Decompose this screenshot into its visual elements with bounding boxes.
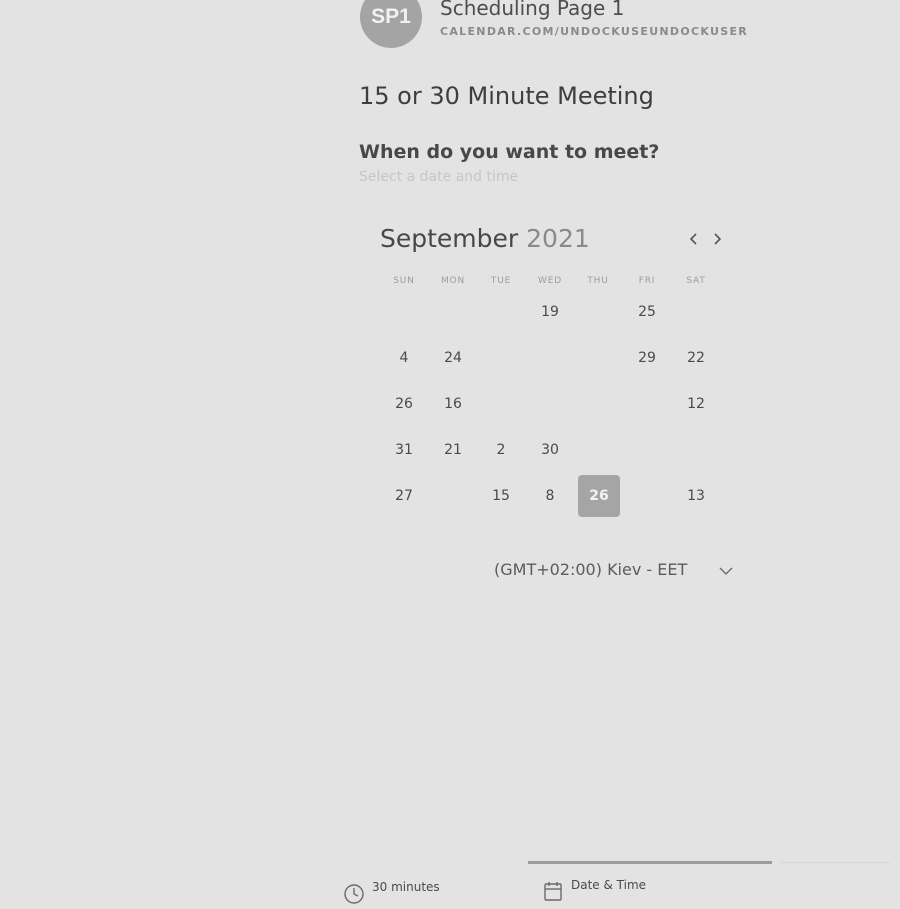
calendar-day[interactable]: 12 <box>675 383 717 425</box>
page-url[interactable]: CALENDAR.COM/UNDOCKUSEUNDOCKUSER <box>440 25 748 38</box>
calendar-day[interactable]: 8 <box>529 475 571 517</box>
page-title: Scheduling Page 1 <box>440 0 625 20</box>
calendar-month: September <box>380 224 519 253</box>
calendar-day[interactable]: 19 <box>529 291 571 333</box>
calendar-month-label: September 2021 <box>380 224 590 253</box>
avatar: SP1 <box>360 0 422 48</box>
chevron-left-icon <box>689 233 697 245</box>
weekday-mon: MON <box>441 276 465 286</box>
weekday-sun: SUN <box>393 276 415 286</box>
step-duration-label[interactable]: 30 minutes <box>372 880 440 894</box>
calendar-day-selected[interactable]: 26 <box>578 475 620 517</box>
previous-month-button[interactable] <box>684 229 704 249</box>
calendar-day[interactable]: 2 <box>480 429 522 471</box>
calendar-day[interactable]: 21 <box>432 429 474 471</box>
calendar-day[interactable]: 15 <box>480 475 522 517</box>
calendar-day[interactable]: 22 <box>675 337 717 379</box>
weekday-wed: WED <box>538 276 562 286</box>
chevron-right-icon <box>714 233 722 245</box>
next-month-button[interactable] <box>707 229 727 249</box>
calendar-day[interactable]: 16 <box>432 383 474 425</box>
calendar-day[interactable]: 24 <box>432 337 474 379</box>
calendar-day[interactable]: 26 <box>383 383 425 425</box>
weekday-thu: THU <box>587 276 609 286</box>
meeting-title: 15 or 30 Minute Meeting <box>359 82 654 110</box>
weekday-sat: SAT <box>686 276 706 286</box>
weekday-fri: FRI <box>638 276 656 286</box>
calendar-day[interactable]: 30 <box>529 429 571 471</box>
meeting-question: When do you want to meet? <box>359 141 660 163</box>
select-hint: Select a date and time <box>359 169 519 185</box>
calendar-day[interactable]: 29 <box>626 337 668 379</box>
step-datetime-label[interactable]: Date & Time <box>571 878 646 892</box>
chevron-down-icon[interactable] <box>717 563 735 579</box>
calendar-year: 2021 <box>526 224 590 253</box>
calendar-icon <box>542 880 564 902</box>
step-divider <box>780 862 890 863</box>
weekday-tue: TUE <box>490 276 512 286</box>
calendar-day[interactable]: 4 <box>383 337 425 379</box>
clock-icon <box>343 883 365 905</box>
calendar-day[interactable]: 27 <box>383 475 425 517</box>
calendar-day[interactable]: 13 <box>675 475 717 517</box>
calendar-day[interactable]: 31 <box>383 429 425 471</box>
step-progress-bar <box>528 861 772 864</box>
timezone-select[interactable]: (GMT+02:00) Kiev - EET <box>494 560 687 579</box>
calendar-day[interactable]: 25 <box>626 291 668 333</box>
